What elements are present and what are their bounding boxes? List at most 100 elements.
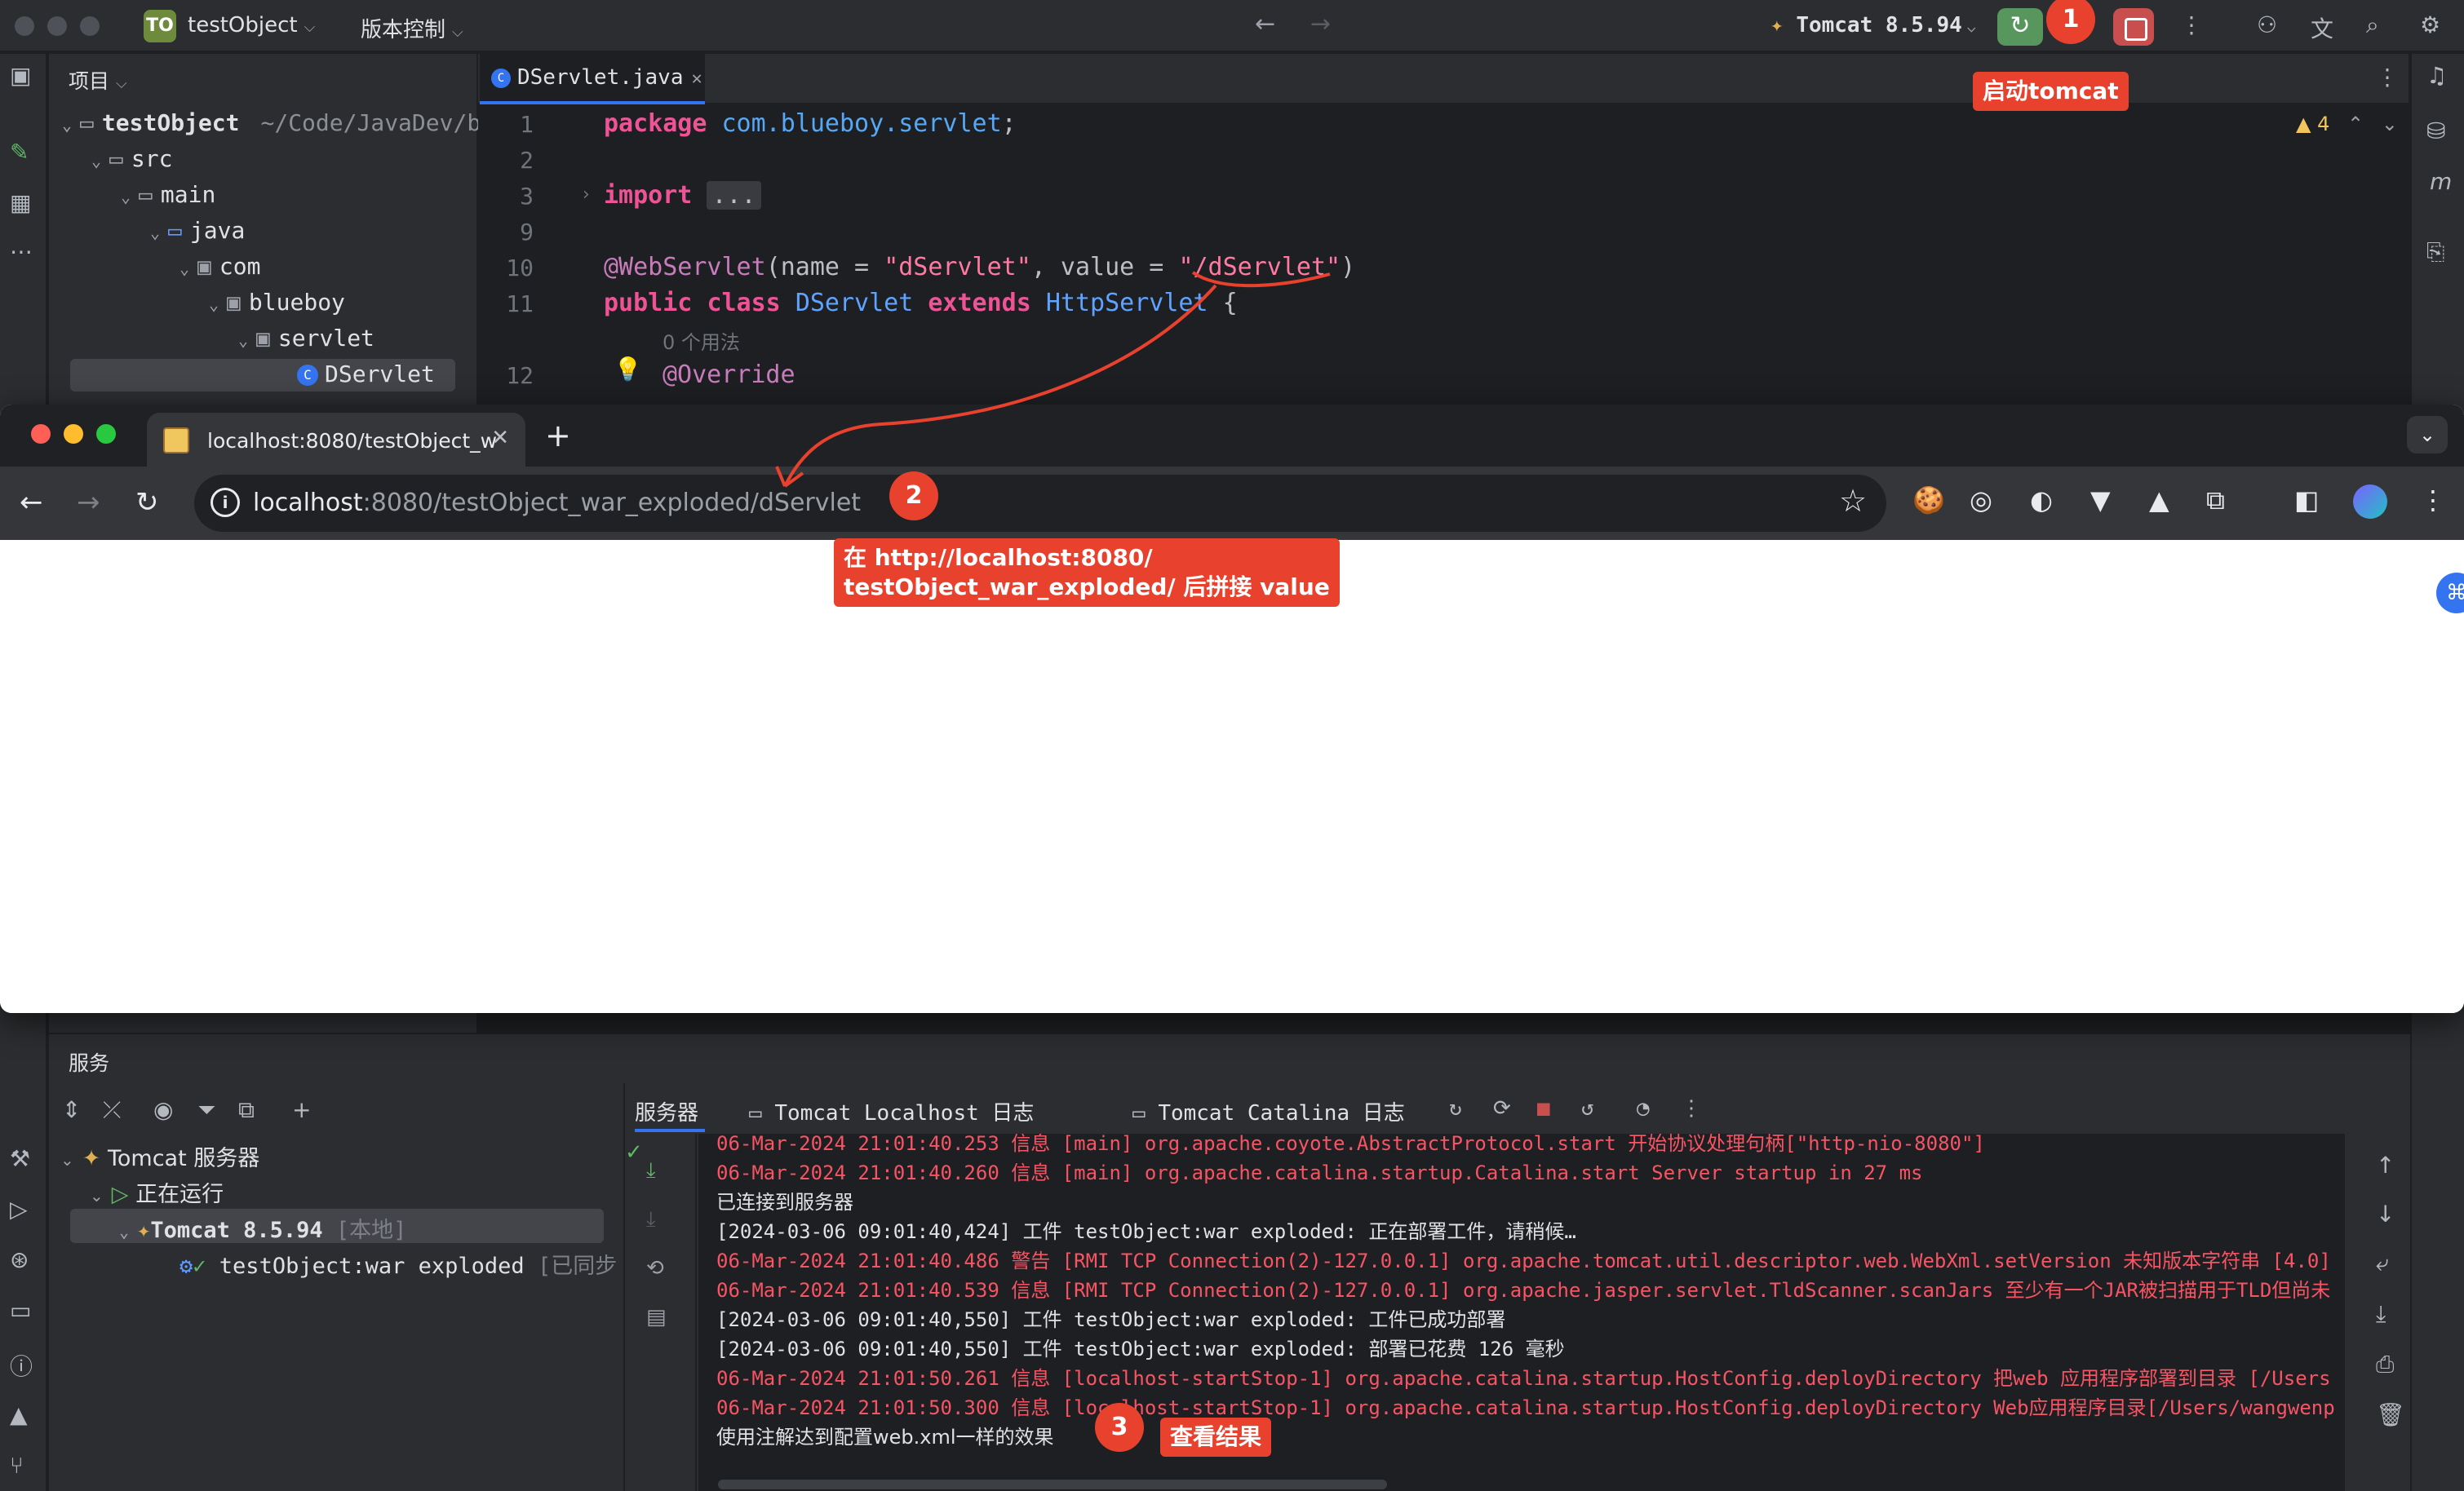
address-url[interactable]: localhost:8080/testObject_war_exploded/d… [253,489,861,517]
folder-icon[interactable]: ▣ [10,62,31,89]
profile-avatar[interactable] [2353,484,2387,519]
more-tools-icon[interactable]: ⋯ [10,238,33,265]
jrebel-icon[interactable]: ✎ [10,139,29,166]
more-icon[interactable]: ⋮ [2180,11,2203,38]
tab-catalina-log[interactable]: ▭ Tomcat Catalina 日志 [1132,1096,1405,1126]
eye-icon[interactable]: ◉ [153,1096,173,1123]
stop-icon[interactable]: ■ [1537,1096,1550,1121]
structure-icon[interactable]: ▦ [10,189,31,216]
filter-icon[interactable]: ⏷ [197,1096,215,1124]
tree-node-tomcat-instance[interactable]: ⌄ ✦Tomcat 8.5.94 [本地] [119,1212,406,1244]
close-icon[interactable]: ✕ [692,69,702,89]
back-arrow-icon[interactable]: ← [20,486,43,519]
refresh-icon[interactable]: ↺ [1581,1096,1594,1121]
new-tab-icon[interactable]: ⧉ [238,1096,255,1124]
chevron-up-icon[interactable]: ⌃ [2347,113,2364,135]
reload-icon[interactable]: ↻ [135,486,159,519]
expand-all-icon[interactable]: ⇕ [62,1096,81,1123]
window-minimize-button[interactable] [47,16,67,36]
gear-icon[interactable]: ⚙ [2420,11,2440,38]
usage-hint[interactable]: 0 个用法 [663,326,740,355]
site-info-icon[interactable]: i [211,488,240,517]
forward-arrow-icon[interactable]: → [1310,10,1331,38]
chevron-down-icon[interactable]: ⌄ [2382,113,2398,135]
code-line-10[interactable]: @WebServlet(name = "dServlet", value = "… [604,253,1355,281]
tab-localhost-log[interactable]: ▭ Tomcat Localhost 日志 [749,1096,1034,1126]
tree-node-main[interactable]: ⌄ ▭ main [121,181,215,208]
collapse-all-icon[interactable]: ⤫ [103,1096,121,1124]
add-user-icon[interactable]: ⚇ [2257,11,2277,38]
maven-icon[interactable]: m [2430,168,2452,195]
tree-node-tomcat-server[interactable]: ⌄ ✦ Tomcat 服务器 [60,1140,259,1172]
editor-tab-dservlet[interactable]: C DServlet.java ✕ [480,54,705,104]
globe-extension-icon[interactable]: ◐ [2030,484,2053,515]
tab-more-icon[interactable]: ⋮ [2376,64,2399,91]
tree-node-java[interactable]: ⌄ ▭ java [150,217,245,244]
git-icon[interactable]: ⑂ [10,1452,24,1479]
tree-node-src[interactable]: ⌄ ▭ src [91,145,172,172]
profiler-icon[interactable]: ◔ [1637,1096,1650,1121]
run-config-selector[interactable]: ✦ Tomcat 8.5.94 ⌵ [1770,13,1976,38]
sync-icon[interactable]: ⟲ [646,1256,664,1281]
fold-chevron-icon[interactable]: › [583,184,590,205]
update-icon[interactable]: ⤓ [646,1158,656,1184]
scroll-to-end-icon[interactable]: ⤓ [2376,1300,2386,1328]
tree-node-blueboy[interactable]: ⌄ ▣ blueboy [209,289,345,316]
browser-zoom-button[interactable] [96,424,116,444]
code-line-3[interactable]: import ... [604,181,761,210]
new-tab-button[interactable]: + [545,418,571,453]
forward-arrow-icon[interactable]: → [77,486,100,519]
warning-icon[interactable]: ▲ [10,1401,28,1428]
address-bar[interactable]: i localhost:8080/testObject_war_exploded… [194,475,1886,532]
tree-node-servlet[interactable]: ⌄ ▣ servlet [238,325,374,352]
tree-node-dservlet[interactable]: C DServlet [297,361,435,387]
vcs-menu[interactable]: 版本控制 ⌵ [361,13,463,43]
notifications-icon[interactable]: ♫ [2426,62,2447,89]
lightbulb-icon[interactable]: 💡 [614,356,642,383]
browser-close-button[interactable] [31,424,51,444]
warning-count-badge[interactable]: ▲ 4 ⌃ ⌄ [2296,113,2398,135]
project-panel-header[interactable]: 项目 ⌵ [69,65,127,95]
tree-node-com[interactable]: ⌄ ▣ com [179,253,260,280]
more-icon[interactable]: ⋮ [1681,1096,1702,1121]
translation-panel-icon[interactable]: ⎘ [2426,238,2444,266]
code-line-1[interactable]: package com.blueboy.servlet; [604,109,1017,138]
project-switcher[interactable]: testObject ⌵ [188,13,315,38]
rerun-button[interactable]: ↻ [1997,8,2043,46]
side-panel-icon[interactable]: ◧ [2294,484,2319,515]
build-icon[interactable]: ⚒ [10,1145,30,1172]
tree-node-root[interactable]: ⌄ ▭ testObject ~/Code/JavaDev/b [62,109,481,136]
cookie-extension-icon[interactable]: 🍪 [1912,484,1945,515]
code-line-11[interactable]: public class DServlet extends HttpServle… [604,289,1238,317]
translate-icon[interactable]: 文 [2311,11,2333,44]
trash-icon[interactable]: 🗑 [2376,1401,2405,1428]
problems-icon[interactable]: ⓘ [10,1349,33,1382]
code-line-12[interactable]: @Override [663,361,795,389]
terminal-icon[interactable]: ▭ [10,1297,31,1324]
window-close-button[interactable] [15,16,34,36]
project-badge[interactable]: TO [144,10,176,42]
folded-imports[interactable]: ... [707,181,761,210]
tree-node-running[interactable]: ⌄ ▷ 正在运行 [90,1176,224,1208]
browser-minimize-button[interactable] [64,424,83,444]
run-icon[interactable]: ▷ [10,1196,28,1223]
soft-wrap-icon[interactable]: ⤶ [2376,1250,2389,1277]
back-arrow-icon[interactable]: ← [1255,10,1275,38]
puzzle-extension-icon[interactable]: ⧉ [2206,484,2225,516]
add-icon[interactable]: + [292,1096,311,1123]
search-icon[interactable]: ⌕ [2366,11,2379,39]
tab-search-button[interactable]: ⌄ [2407,416,2448,453]
close-icon[interactable]: ✕ [491,426,509,450]
mountain-extension-icon[interactable]: ▲ [2149,484,2169,515]
glasses-extension-icon[interactable]: ◎ [1970,484,1992,515]
scroll-down-icon[interactable]: ↓ [2376,1201,2395,1228]
browser-tab[interactable]: localhost:8080/testObject_w ✕ [147,413,525,467]
stop-button[interactable] [2113,8,2154,46]
scroll-up-icon[interactable]: ↑ [2376,1152,2395,1179]
deploy-icon[interactable]: ▤ [646,1305,667,1330]
console-output[interactable]: 06-Mar-2024 21:01:40.253 信息 [main] org.a… [698,1134,2345,1491]
rerun-icon[interactable]: ↻ [1449,1096,1462,1121]
redeploy-icon[interactable]: ⟳ [1493,1096,1511,1121]
print-icon[interactable]: ⎙ [2376,1351,2394,1378]
bookmark-star-icon[interactable]: ☆ [1839,483,1867,519]
